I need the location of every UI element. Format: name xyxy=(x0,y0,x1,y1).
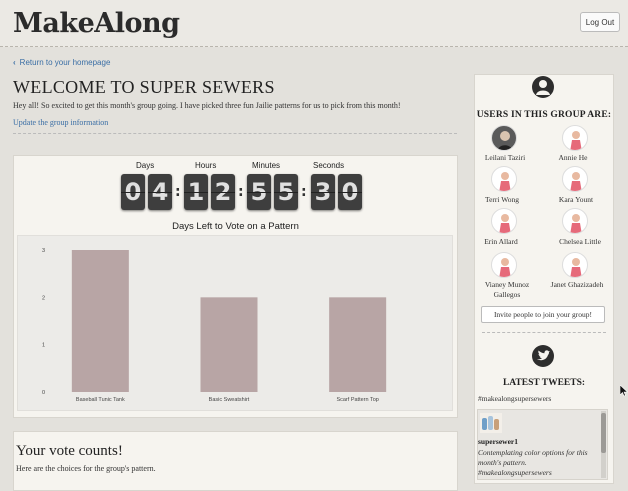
countdown-digit: 4 xyxy=(148,174,172,210)
x-tick-label: Basic Sweatshirt xyxy=(209,397,250,403)
user-name[interactable]: Annie He xyxy=(541,153,605,163)
divider xyxy=(482,332,606,333)
chart-bar xyxy=(200,297,258,392)
logout-button[interactable]: Log Out xyxy=(580,12,620,32)
countdown-separator: : xyxy=(301,184,307,200)
back-link[interactable]: ‹ Return to your homepage xyxy=(13,58,110,67)
vote-text: Here are the choices for the group's pat… xyxy=(16,464,156,473)
chart-title: Days Left to Vote on a Pattern xyxy=(172,221,299,232)
group-description: Hey all! So excited to get this month's … xyxy=(13,101,401,110)
minutes-label: Minutes xyxy=(252,161,281,170)
user-name[interactable]: Kara Yount xyxy=(544,195,608,205)
page-title: WELCOME TO SUPER SEWERS xyxy=(13,77,275,97)
top-header: MakeAlong Log Out xyxy=(0,0,628,47)
days-label: Days xyxy=(136,161,155,170)
avatar[interactable] xyxy=(491,208,517,234)
countdown-digit: 0 xyxy=(338,174,362,210)
avatar[interactable] xyxy=(562,125,588,151)
avatar[interactable] xyxy=(491,166,517,192)
chart-area: 0 1 2 3 Baseball Tunic Tank Basic Sweatshirt S… xyxy=(17,235,453,411)
x-tick-label: Scarf Pattern Top xyxy=(336,397,378,403)
countdown-digit: 5 xyxy=(274,174,298,210)
tweet-scrollbar-thumb[interactable] xyxy=(601,413,606,453)
avatar[interactable] xyxy=(491,252,517,278)
user-icon xyxy=(532,76,554,98)
avatar[interactable] xyxy=(562,252,588,278)
chart-bar xyxy=(71,250,129,392)
avatar[interactable] xyxy=(491,125,517,151)
countdown-digit: 2 xyxy=(211,174,235,210)
countdown-separator: : xyxy=(238,184,244,200)
user-name[interactable]: Terri Wong xyxy=(470,195,534,205)
user-name[interactable]: Janet Ghazizadeh xyxy=(545,280,609,290)
users-title: USERS IN THIS GROUP ARE: xyxy=(476,110,612,120)
invite-button[interactable]: Invite people to join your group! xyxy=(481,306,605,323)
y-tick-label: 2 xyxy=(42,295,45,301)
hours-label: Hours xyxy=(195,161,217,170)
vote-panel xyxy=(13,431,458,491)
avatar[interactable] xyxy=(562,166,588,192)
divider xyxy=(13,133,457,134)
countdown-digit: 3 xyxy=(311,174,335,210)
vote-title: Your vote counts! xyxy=(16,443,123,459)
group-hashtag[interactable]: #makealongsupersewers xyxy=(478,394,551,403)
update-group-link[interactable]: Update the group information xyxy=(13,118,108,127)
twitter-icon xyxy=(532,345,554,367)
x-tick-label: Baseball Tunic Tank xyxy=(76,397,125,403)
user-name[interactable]: Leilani Taziri xyxy=(473,153,537,163)
mouse-cursor-icon xyxy=(619,384,628,402)
y-tick-label: 0 xyxy=(42,390,45,396)
tweet-text: Contemplating color options for this mon… xyxy=(478,448,588,477)
chevron-left-icon: ‹ xyxy=(13,58,16,67)
countdown-separator: : xyxy=(175,184,181,200)
tweet-username[interactable]: supersewer1 xyxy=(478,437,518,446)
bar-chart: 0 1 2 3 Baseball Tunic Tank Basic Sweatshirt S… xyxy=(42,248,387,403)
seconds-label: Seconds xyxy=(313,161,345,170)
chart-bar xyxy=(329,297,387,392)
y-tick-label: 3 xyxy=(42,248,45,254)
site-logo[interactable]: MakeAlong xyxy=(13,8,180,39)
countdown-digit: 0 xyxy=(121,174,145,210)
tweet-image xyxy=(480,413,502,433)
y-tick-label: 1 xyxy=(42,343,45,349)
user-name[interactable]: Chelsea Little xyxy=(548,237,612,247)
back-link-label: Return to your homepage xyxy=(19,58,111,67)
user-name[interactable]: Vianey Munoz Gallegos xyxy=(475,280,539,300)
user-name[interactable]: Erin Allard xyxy=(469,237,533,247)
countdown-digit: 1 xyxy=(184,174,208,210)
tweets-title: LATEST TWEETS: xyxy=(502,378,586,388)
avatar[interactable] xyxy=(562,208,588,234)
countdown-digit: 5 xyxy=(247,174,271,210)
